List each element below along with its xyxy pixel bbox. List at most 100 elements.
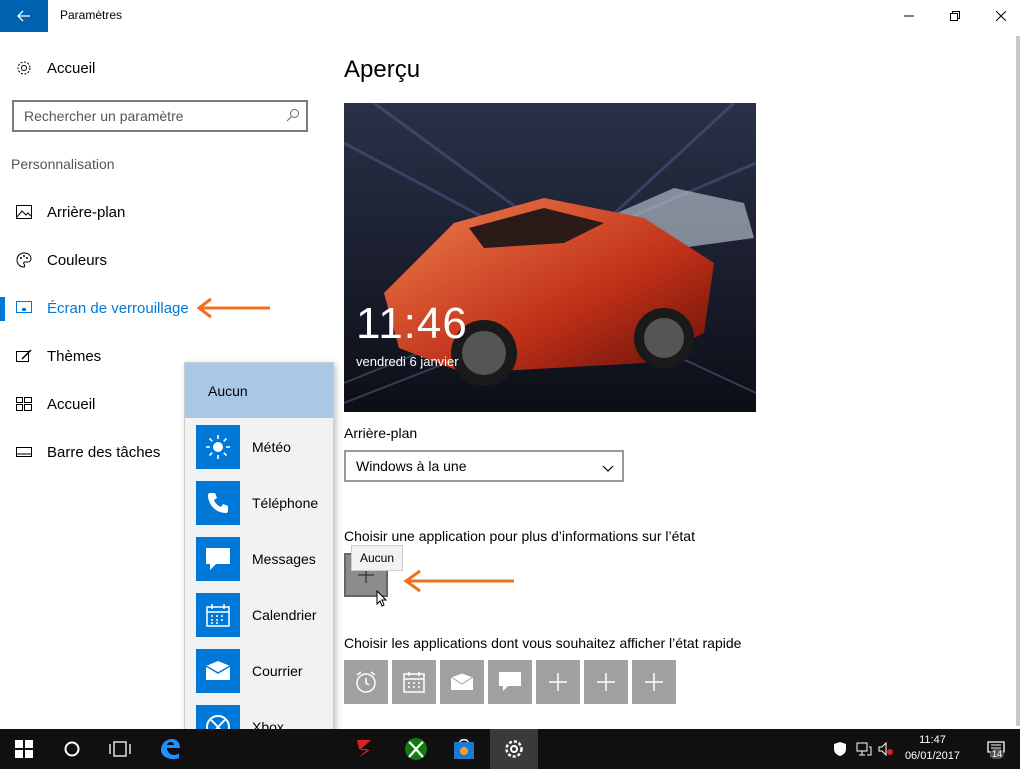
annotation-arrow-icon <box>196 297 270 319</box>
minimize-icon <box>904 15 914 17</box>
tooltip: Aucun <box>351 545 404 571</box>
task-view-icon <box>109 741 131 757</box>
quick-app-mail[interactable] <box>440 660 484 704</box>
popup-item-mail[interactable]: Courrier <box>185 643 333 699</box>
store-taskbar-button[interactable] <box>440 729 488 769</box>
quick-status-label: Choisir les applications dont vous souha… <box>344 635 742 651</box>
restore-icon <box>950 11 960 21</box>
lockscreen-icon <box>15 299 33 317</box>
search-field[interactable] <box>12 100 308 132</box>
preview-date: vendredi 6 janvier <box>356 354 459 369</box>
nav-home-label: Accueil <box>47 59 96 77</box>
search-icon[interactable] <box>286 108 300 127</box>
cortana-button[interactable] <box>48 729 96 769</box>
gear-icon <box>15 59 33 77</box>
quick-app-alarm[interactable] <box>344 660 388 704</box>
quick-app-calendar[interactable] <box>392 660 436 704</box>
background-dropdown-value: Windows à la une <box>356 458 467 474</box>
taskbar-clock[interactable]: 11:47 06/01/2017 <box>905 732 960 764</box>
store-icon <box>454 739 474 759</box>
windows-logo-icon <box>15 740 33 758</box>
edge-icon <box>161 739 180 759</box>
popup-item-label: Calendrier <box>252 607 317 623</box>
back-arrow-icon <box>17 10 30 22</box>
plus-icon <box>597 673 615 691</box>
message-icon <box>196 537 240 581</box>
detailed-status-label: Choisir une application pour plus d’info… <box>344 528 695 544</box>
taskbar-icon <box>15 443 33 461</box>
scrollbar[interactable] <box>1016 36 1020 726</box>
quick-app-empty-1[interactable] <box>536 660 580 704</box>
chevron-down-icon <box>602 460 614 476</box>
mail-icon <box>196 649 240 693</box>
sidebar-item-colors[interactable]: Couleurs <box>0 242 320 278</box>
popup-item-calendar[interactable]: Calendrier <box>185 587 333 643</box>
popup-item-weather[interactable]: Météo <box>185 419 333 475</box>
themes-icon <box>15 347 33 365</box>
plus-icon <box>645 673 663 691</box>
task-view-button[interactable] <box>96 729 144 769</box>
weather-icon <box>196 425 240 469</box>
quick-app-messages[interactable] <box>488 660 532 704</box>
popup-item-messages[interactable]: Messages <box>185 531 333 587</box>
gear-icon <box>505 740 523 758</box>
volume-muted-icon[interactable] <box>878 741 894 757</box>
nav-home[interactable]: Accueil <box>0 50 320 86</box>
background-dropdown[interactable]: Windows à la une <box>344 450 624 482</box>
start-button[interactable] <box>0 729 48 769</box>
sidebar-item-background[interactable]: Arrière-plan <box>0 194 320 230</box>
title-bar: Paramètres <box>0 0 1020 32</box>
picture-icon <box>15 203 33 221</box>
popup-item-label: Messages <box>252 551 316 567</box>
popup-item-label: Météo <box>252 439 291 455</box>
message-icon <box>499 672 521 691</box>
quick-app-empty-3[interactable] <box>632 660 676 704</box>
sidebar-item-label: Thèmes <box>47 347 102 365</box>
plus-icon <box>549 673 567 691</box>
palette-icon <box>15 251 33 269</box>
mouse-cursor-icon <box>376 590 388 607</box>
settings-taskbar-button[interactable] <box>490 729 538 769</box>
notification-badge: 14 <box>989 749 1004 759</box>
quick-app-empty-2[interactable] <box>584 660 628 704</box>
sidebar-item-label: Accueil <box>47 395 96 413</box>
background-label: Arrière-plan <box>344 425 418 441</box>
defender-icon[interactable] <box>832 741 848 757</box>
window-title: Paramètres <box>60 8 123 22</box>
taskbar: 11:47 06/01/2017 14 <box>0 729 1020 769</box>
lockscreen-preview: 11:46 vendredi 6 janvier <box>344 103 756 412</box>
close-button[interactable] <box>978 0 1020 32</box>
xbox-taskbar-button[interactable] <box>392 729 440 769</box>
phone-icon <box>196 481 240 525</box>
taskbar-date: 06/01/2017 <box>904 750 960 762</box>
sidebar-item-label: Arrière-plan <box>47 203 126 221</box>
zinio-icon <box>357 740 371 758</box>
calendar-icon <box>403 672 425 693</box>
restore-button[interactable] <box>932 0 978 32</box>
popup-item-none[interactable]: Aucun <box>185 363 333 418</box>
close-icon <box>996 11 1006 21</box>
xbox-icon <box>405 738 427 760</box>
popup-item-label: Téléphone <box>252 495 319 511</box>
section-label: Personnalisation <box>11 156 115 172</box>
preview-time: 11:46 <box>356 299 468 348</box>
minimize-button[interactable] <box>886 0 932 32</box>
taskbar-time: 11:47 <box>919 734 946 746</box>
sidebar-item-label: Barre des tâches <box>47 443 161 461</box>
start-icon <box>15 395 33 413</box>
app-picker-popup: Aucun Météo Téléphone Messages Calendrie… <box>184 362 334 756</box>
search-input[interactable] <box>14 102 264 130</box>
page-title: Aperçu <box>344 56 421 83</box>
app-taskbar-button[interactable] <box>340 729 388 769</box>
calendar-icon <box>196 593 240 637</box>
popup-item-phone[interactable]: Téléphone <box>185 475 333 531</box>
edge-taskbar-button[interactable] <box>146 729 194 769</box>
cortana-icon <box>64 741 80 757</box>
mail-icon <box>450 673 474 690</box>
popup-item-label: Courrier <box>252 663 303 679</box>
back-button[interactable] <box>0 0 48 32</box>
sidebar-item-label: Couleurs <box>47 251 108 269</box>
sidebar-item-label: Écran de verrouillage <box>47 299 189 317</box>
network-icon[interactable] <box>856 741 872 757</box>
annotation-arrow-icon <box>403 569 514 593</box>
